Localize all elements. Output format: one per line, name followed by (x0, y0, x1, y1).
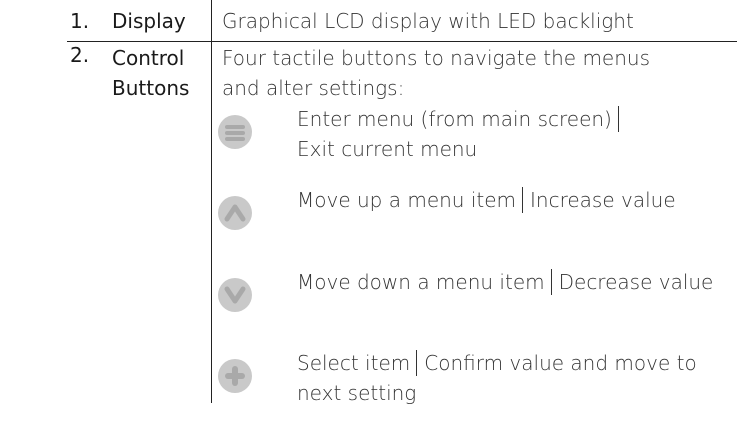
feature-table: 1. Display Graphical LCD display with LE… (67, 0, 737, 428)
row-description-line: and alter settings: (222, 76, 405, 100)
row-label-line: Buttons (112, 76, 190, 100)
button-action: Select item (297, 351, 411, 375)
row-label-line: Control (112, 46, 185, 70)
separator (550, 269, 552, 295)
row-number: 2. (70, 43, 90, 67)
separator (522, 187, 524, 213)
button-action: Decrease value (558, 270, 714, 294)
button-action: Exit current menu (297, 137, 478, 161)
button-action: Increase value (530, 188, 676, 212)
button-description: Enter menu (from main screen) Exit curre… (297, 104, 737, 164)
column-divider (211, 42, 212, 403)
row-description: Graphical LCD display with LED backlight (222, 9, 634, 33)
row-description: Four tactile buttons to navigate the men… (222, 43, 732, 103)
row-number: 1. (70, 9, 90, 33)
chevron-up-icon (218, 196, 252, 230)
button-description: Select item Confirm value and move to nex… (297, 348, 737, 408)
table-row-display: 1. Display Graphical LCD display with LE… (67, 0, 737, 42)
table-row-control-buttons: 2. Control Buttons Four tactile buttons … (67, 42, 737, 428)
chevron-down-icon (218, 278, 252, 312)
plus-icon (218, 359, 252, 393)
button-action: Enter menu (from main screen) (297, 107, 612, 131)
row-label: Control Buttons (112, 43, 189, 103)
column-divider (211, 0, 212, 41)
button-action: Move up a menu item (297, 188, 517, 212)
button-description: Move up a menu item Increase value (297, 185, 737, 215)
menu-icon (218, 115, 252, 149)
button-action: Move down a menu item (297, 270, 545, 294)
row-label: Display (112, 9, 186, 33)
button-description: Move down a menu item Decrease value (297, 267, 737, 297)
row-description-line: Four tactile buttons to navigate the men… (222, 46, 650, 70)
separator (416, 350, 418, 376)
separator (617, 106, 619, 132)
